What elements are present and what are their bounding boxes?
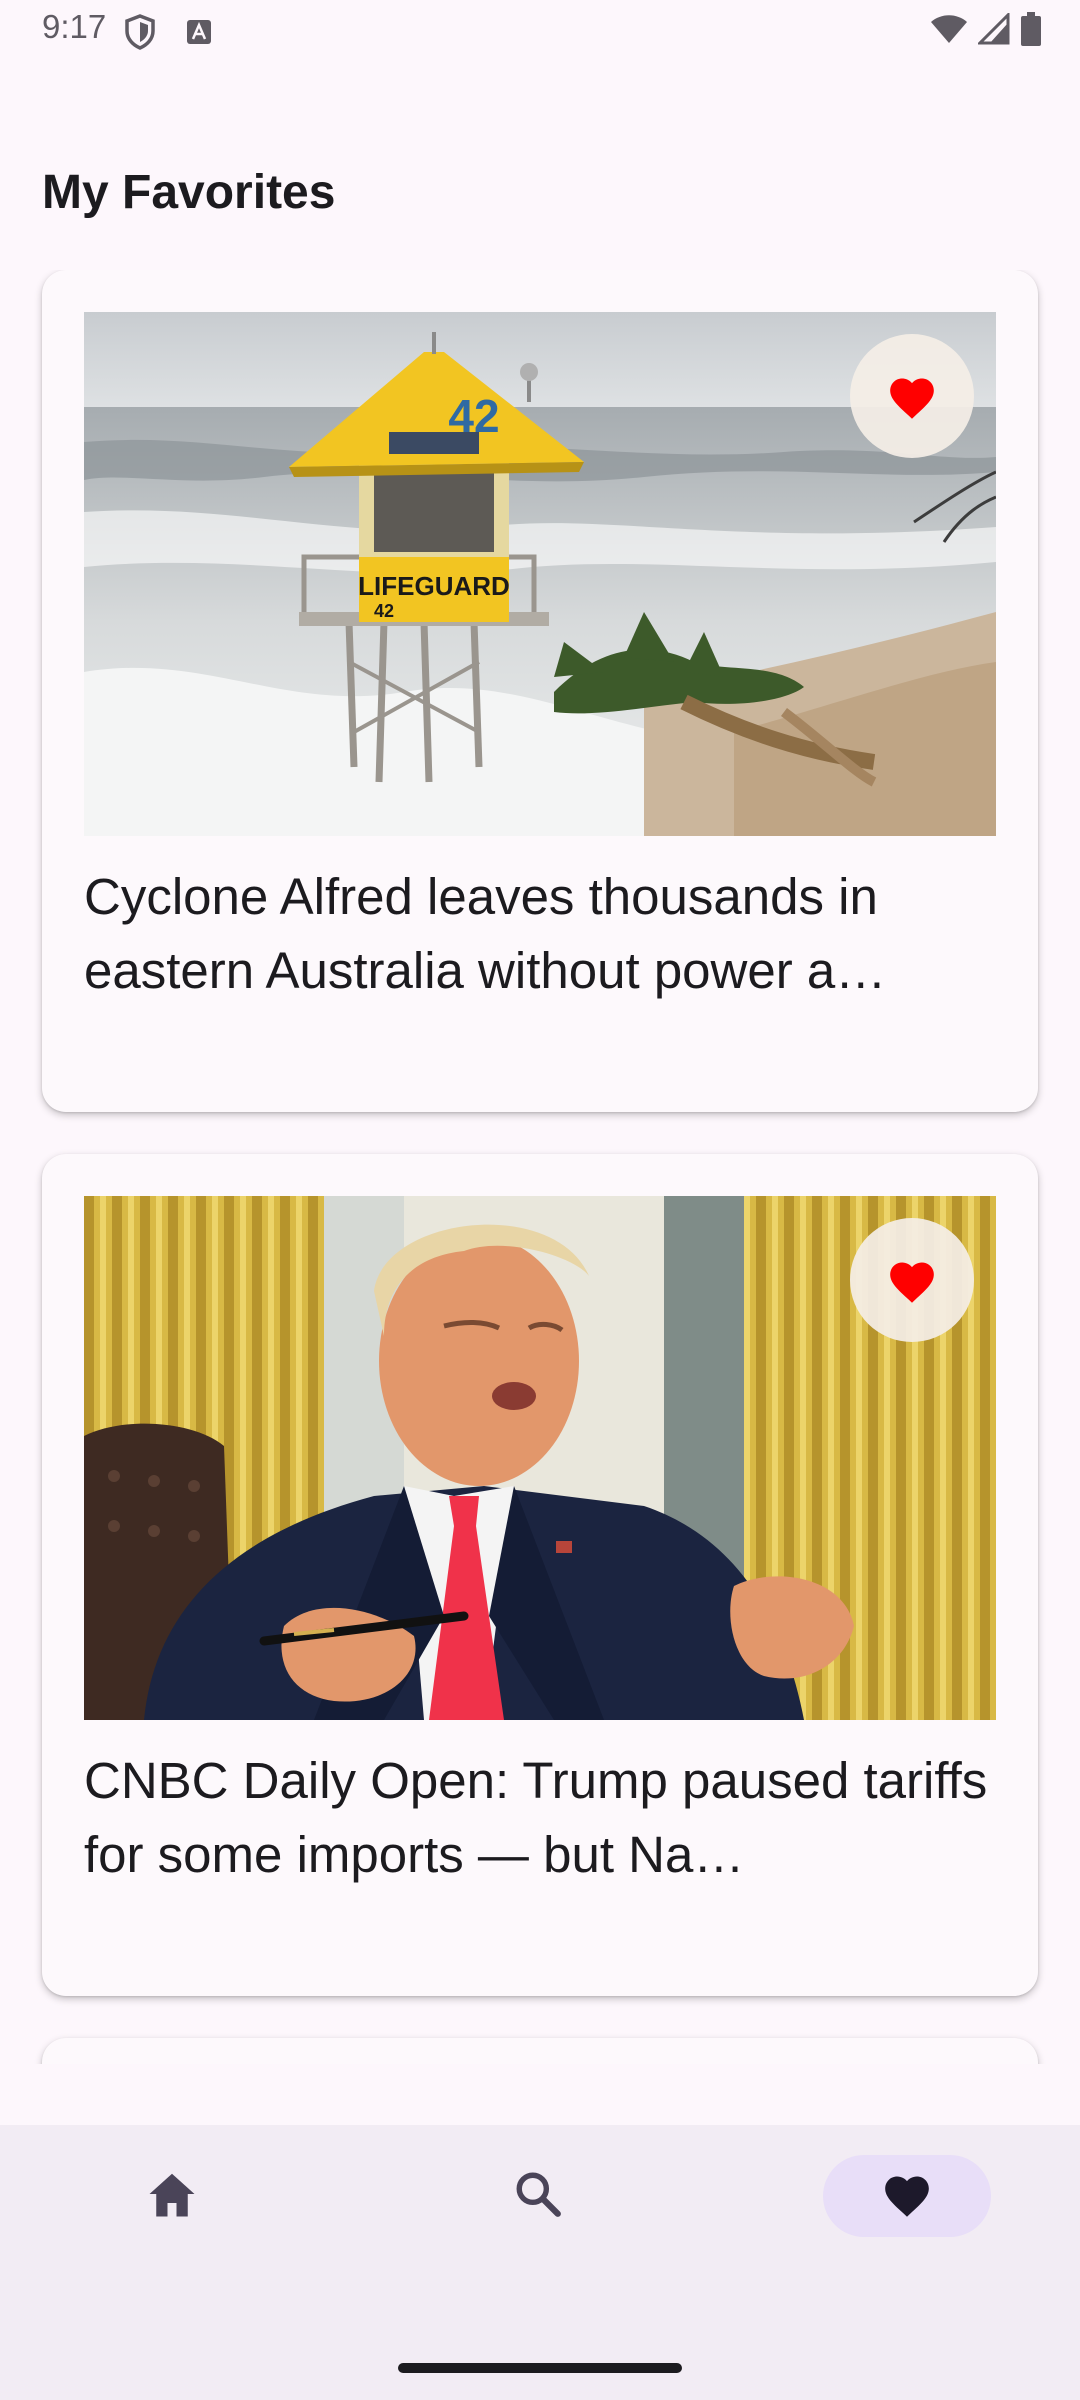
status-time: 9:17 xyxy=(42,8,107,45)
bottom-navigation xyxy=(0,2125,1080,2400)
article-image xyxy=(84,1196,996,1720)
favorites-list[interactable]: LIFEGUARD 42 42 Cyclone Alfred leaves th… xyxy=(0,270,1080,2064)
shield-icon xyxy=(124,14,156,54)
heart-icon xyxy=(885,1256,939,1304)
signal-icon xyxy=(976,11,1010,49)
article-card[interactable] xyxy=(42,2038,1038,2064)
favorites-screen: 9:17 My Favorites LIFEGUARD 42 42 Cyclon… xyxy=(0,0,1080,2400)
lifeguard-sign-number: 42 xyxy=(374,601,394,621)
status-bar: 9:17 xyxy=(0,0,1080,64)
lifeguard-sign: LIFEGUARD xyxy=(358,571,510,601)
nav-search[interactable] xyxy=(454,2155,622,2237)
heart-icon xyxy=(880,2170,934,2222)
battery-icon xyxy=(1020,12,1042,50)
article-title[interactable]: CNBC Daily Open: Trump paused tariffs fo… xyxy=(84,1744,996,1892)
article-image: LIFEGUARD 42 42 xyxy=(84,312,996,836)
favorite-button[interactable] xyxy=(850,1218,974,1342)
heart-icon xyxy=(885,372,939,420)
page-title: My Favorites xyxy=(42,166,336,219)
article-title[interactable]: Cyclone Alfred leaves thousands in easte… xyxy=(84,860,996,1008)
favorite-button[interactable] xyxy=(850,334,974,458)
article-card[interactable]: CNBC Daily Open: Trump paused tariffs fo… xyxy=(42,1154,1038,1996)
nav-favorites[interactable] xyxy=(823,2155,991,2237)
wifi-icon xyxy=(930,13,968,49)
article-card[interactable]: LIFEGUARD 42 42 Cyclone Alfred leaves th… xyxy=(42,270,1038,1112)
home-icon xyxy=(145,2169,199,2223)
gesture-handle[interactable] xyxy=(398,2363,682,2373)
font-a-icon xyxy=(186,19,212,49)
nav-home[interactable] xyxy=(88,2155,256,2237)
status-right-icons xyxy=(930,11,1042,50)
tower-number: 42 xyxy=(448,390,499,442)
status-left-icons xyxy=(124,14,212,54)
search-icon xyxy=(513,2169,563,2223)
